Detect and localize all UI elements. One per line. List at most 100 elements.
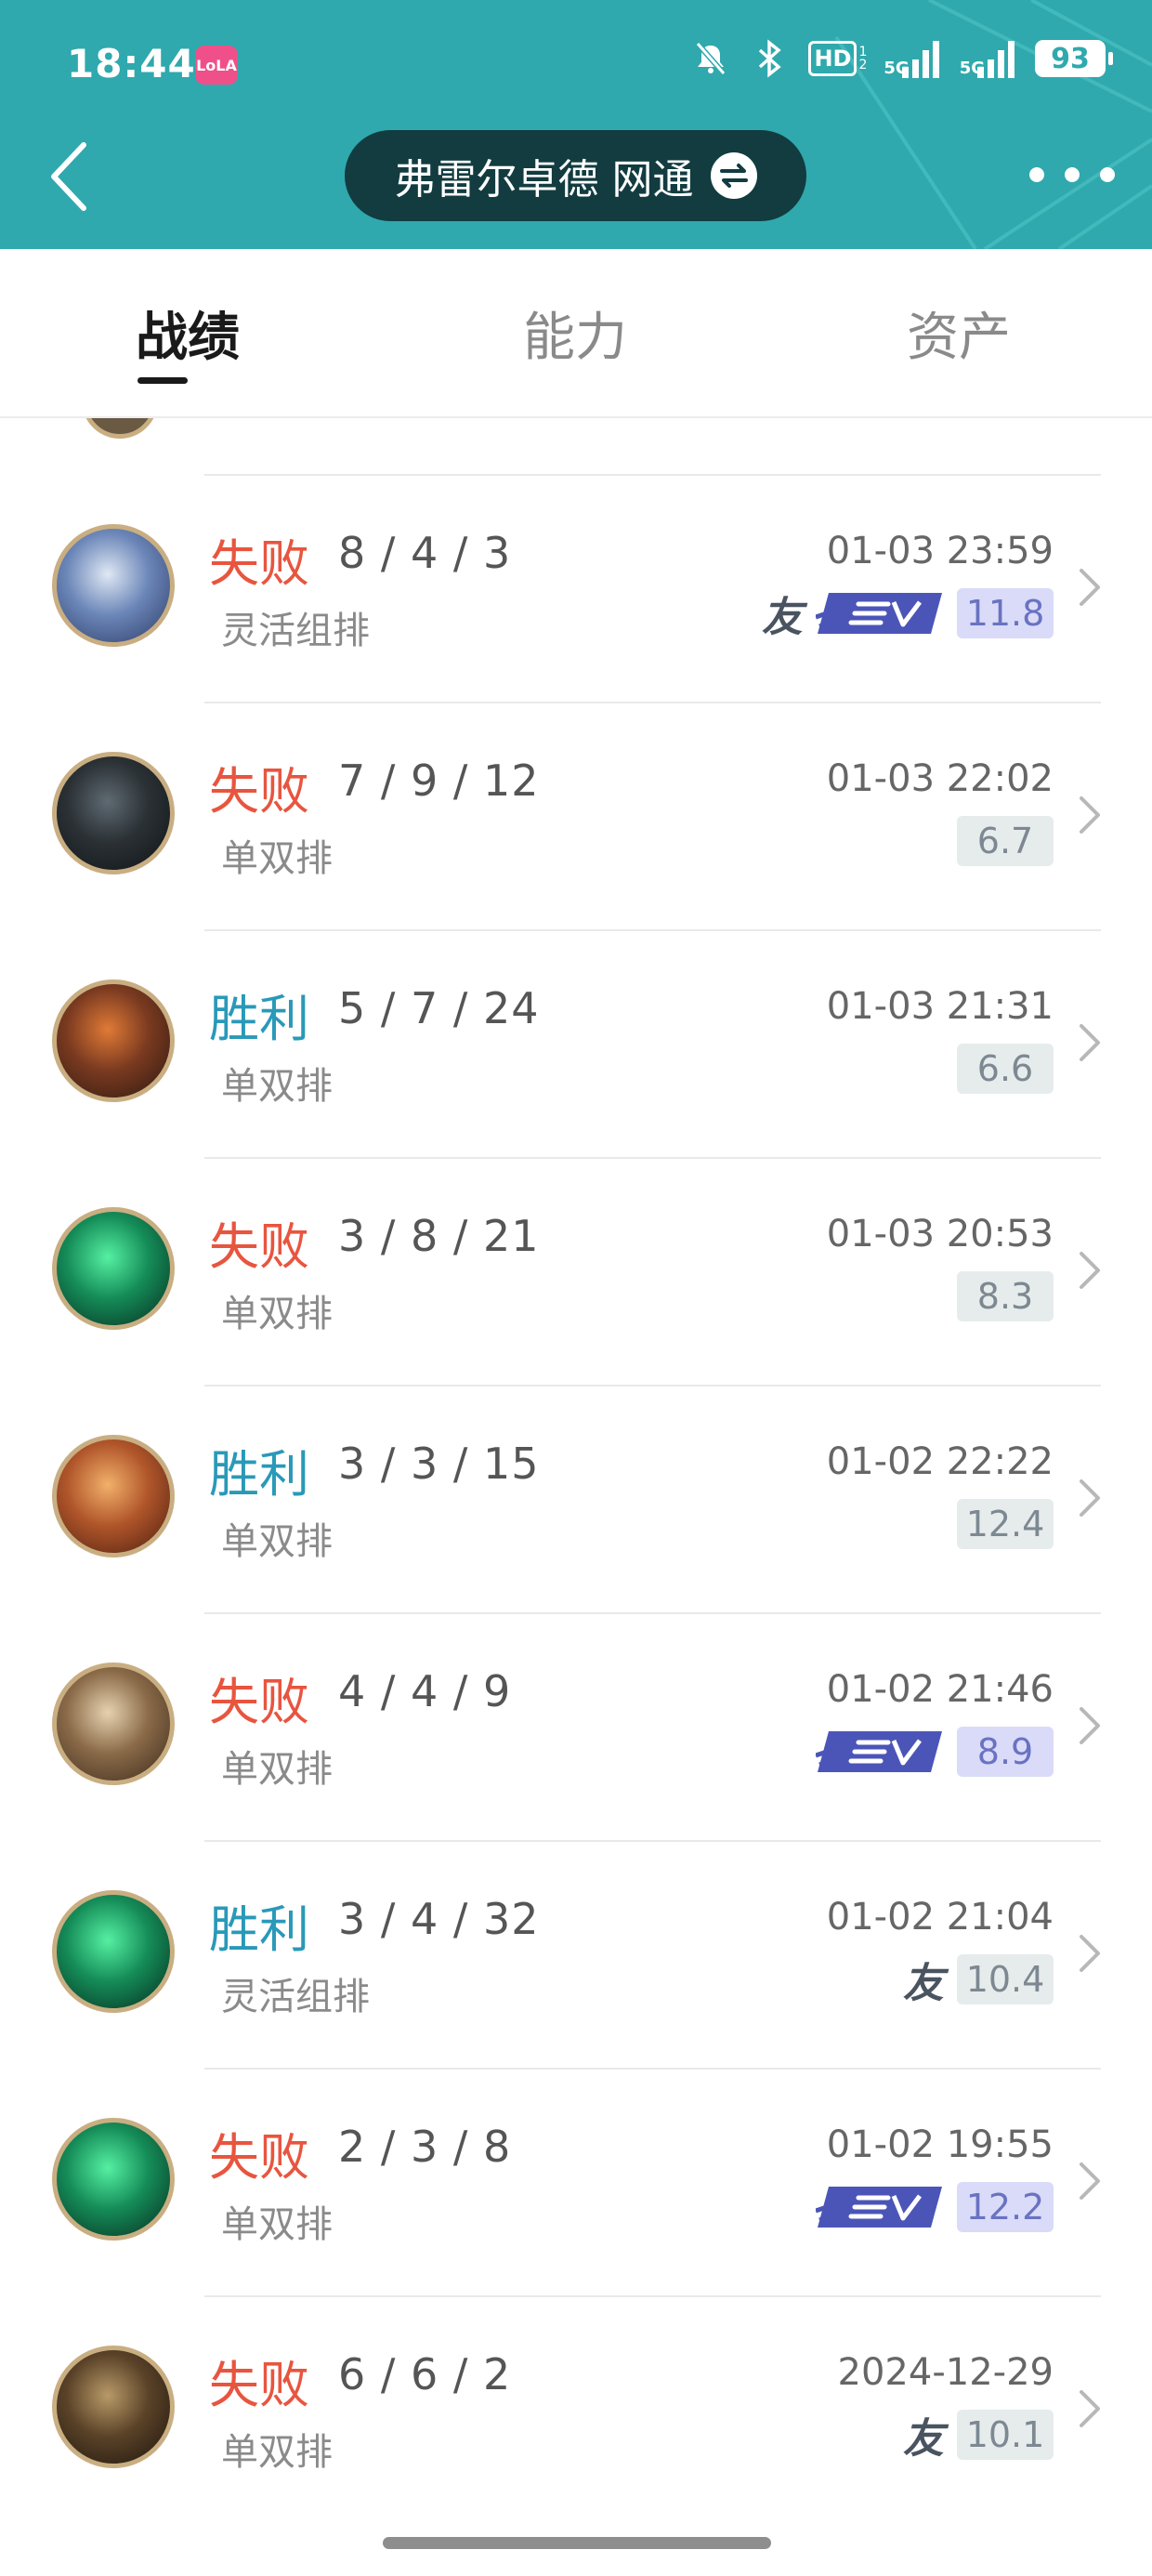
match-result: 胜利	[209, 1900, 309, 1959]
match-row[interactable]: 胜利 3 / 3 / 15 单双排 01-02 22:22 12.4	[0, 1385, 1152, 1612]
match-score-badge: 12.4	[957, 1499, 1054, 1549]
kda-text: 2 / 3 / 8	[338, 2122, 512, 2172]
match-score-badge: 6.6	[957, 1044, 1054, 1094]
kda-text: 4 / 4 / 9	[338, 1666, 512, 1716]
champion-avatar	[52, 1663, 175, 1785]
chevron-right-icon	[1080, 1252, 1100, 1289]
match-score-badge: 11.8	[957, 588, 1054, 638]
match-row[interactable]: 失败 2 / 3 / 8 单双排 01-02 19:55 12.2	[0, 2068, 1152, 2295]
account-name: 弗雷尔卓德 网通	[394, 156, 694, 204]
match-tags: 友 10.4	[903, 1953, 1054, 2007]
dot-icon	[1100, 167, 1115, 182]
svp-badge-icon	[816, 2187, 942, 2228]
match-time: 01-02 21:04	[826, 1896, 1054, 1939]
divider	[204, 474, 1101, 476]
more-options-button[interactable]	[1029, 154, 1115, 195]
svp-badge-icon	[816, 593, 942, 634]
chevron-right-icon	[1080, 2162, 1100, 2200]
match-list[interactable]: 失败 8 / 4 / 3 灵活组排 01-03 23:59 友 11.8 失败 7…	[0, 418, 1152, 2518]
champion-avatar	[52, 524, 175, 647]
queue-type: 单双排	[221, 1520, 333, 1563]
match-row[interactable]: 失败 7 / 9 / 12 单双排 01-03 22:02 6.7	[0, 702, 1152, 929]
match-tags: 12.4	[957, 1498, 1054, 1550]
chevron-right-icon	[1080, 569, 1100, 606]
chevron-right-icon	[1080, 1935, 1100, 1972]
champion-avatar	[52, 2346, 175, 2468]
match-tags: 8.9	[816, 1726, 1054, 1778]
match-time: 01-02 21:46	[826, 1668, 1054, 1711]
match-row[interactable]: 失败 8 / 4 / 3 灵活组排 01-03 23:59 友 11.8	[0, 474, 1152, 702]
match-result: 胜利	[209, 1445, 309, 1504]
divider	[204, 2068, 1101, 2070]
bell-off-icon	[689, 37, 732, 80]
chevron-right-icon	[1080, 1707, 1100, 1744]
match-time: 01-03 21:31	[826, 985, 1054, 1028]
battery-indicator: 93	[1035, 40, 1113, 77]
signal-icon	[977, 41, 1015, 78]
divider	[204, 929, 1101, 931]
back-button[interactable]	[43, 139, 98, 214]
match-row[interactable]: 失败 3 / 8 / 21 单双排 01-03 20:53 8.3	[0, 1157, 1152, 1385]
queue-type: 灵活组排	[221, 1976, 370, 2018]
account-switcher[interactable]: 弗雷尔卓德 网通	[345, 130, 806, 221]
tab-ability[interactable]: 能力	[523, 296, 627, 371]
signal-icon	[901, 41, 939, 78]
match-tags: 12.2	[816, 2181, 1054, 2233]
queue-type: 灵活组排	[221, 610, 370, 652]
dot-icon	[1029, 167, 1044, 182]
divider	[204, 1157, 1101, 1159]
match-result: 胜利	[209, 990, 309, 1048]
svp-badge-icon	[816, 1731, 942, 1772]
kda-text: 3 / 8 / 21	[338, 1211, 540, 1261]
queue-type: 单双排	[221, 837, 333, 880]
friend-tag: 友	[762, 594, 803, 641]
match-row[interactable]: 失败 6 / 6 / 2 单双排 2024-12-29 友 10.1	[0, 2295, 1152, 2518]
kda-text: 3 / 4 / 32	[338, 1894, 540, 1944]
chevron-right-icon	[1080, 2390, 1100, 2427]
match-time: 2024-12-29	[837, 2351, 1054, 2394]
chevron-right-icon	[1080, 1479, 1100, 1517]
champion-avatar	[52, 752, 175, 874]
match-score-badge: 8.3	[957, 1271, 1054, 1321]
champion-avatar	[52, 2118, 175, 2241]
match-result: 失败	[209, 1673, 309, 1731]
match-time: 01-03 20:53	[826, 1213, 1054, 1255]
kda-text: 7 / 9 / 12	[338, 756, 540, 806]
tab-record[interactable]: 战绩	[136, 296, 240, 371]
signal-1: 5G	[884, 39, 942, 78]
queue-type: 单双排	[221, 2203, 333, 2246]
match-row[interactable]: 胜利 5 / 7 / 24 单双排 01-03 21:31 6.6	[0, 929, 1152, 1157]
kda-text: 6 / 6 / 2	[338, 2349, 512, 2399]
hd-indicator: HD 12	[808, 41, 867, 76]
kda-text: 5 / 7 / 24	[338, 983, 540, 1033]
tab-assets[interactable]: 资产	[907, 296, 1011, 371]
champion-avatar	[52, 1207, 175, 1330]
divider	[204, 702, 1101, 703]
signal-2: 5G	[960, 39, 1018, 78]
status-time: 18:44	[67, 41, 196, 86]
match-score-badge: 8.9	[957, 1727, 1054, 1777]
match-result: 失败	[209, 762, 309, 821]
notification-app-icon: LoLA	[195, 46, 238, 85]
match-result: 失败	[209, 1217, 309, 1276]
match-row[interactable]: 失败 4 / 4 / 9 单双排 01-02 21:46 8.9	[0, 1612, 1152, 1840]
chevron-right-icon	[1080, 796, 1100, 834]
active-tab-indicator	[137, 377, 188, 384]
match-result: 失败	[209, 2356, 309, 2414]
match-tags: 6.6	[957, 1043, 1054, 1095]
home-indicator[interactable]	[383, 2537, 771, 2549]
match-tags: 8.3	[957, 1270, 1054, 1322]
match-row[interactable]: 胜利 3 / 4 / 32 灵活组排 01-02 21:04 友 10.4	[0, 1840, 1152, 2068]
match-tags: 友 10.1	[903, 2409, 1054, 2463]
queue-type: 单双排	[221, 1748, 333, 1791]
match-result: 失败	[209, 534, 309, 593]
divider	[204, 1840, 1101, 1842]
match-time: 01-03 22:02	[826, 757, 1054, 800]
match-score-badge: 6.7	[957, 816, 1054, 866]
match-result: 失败	[209, 2128, 309, 2187]
divider	[204, 1385, 1101, 1387]
divider	[204, 2295, 1101, 2297]
match-score-badge: 10.4	[957, 1954, 1054, 2004]
champion-avatar	[52, 1435, 175, 1557]
chevron-left-icon	[51, 142, 86, 211]
